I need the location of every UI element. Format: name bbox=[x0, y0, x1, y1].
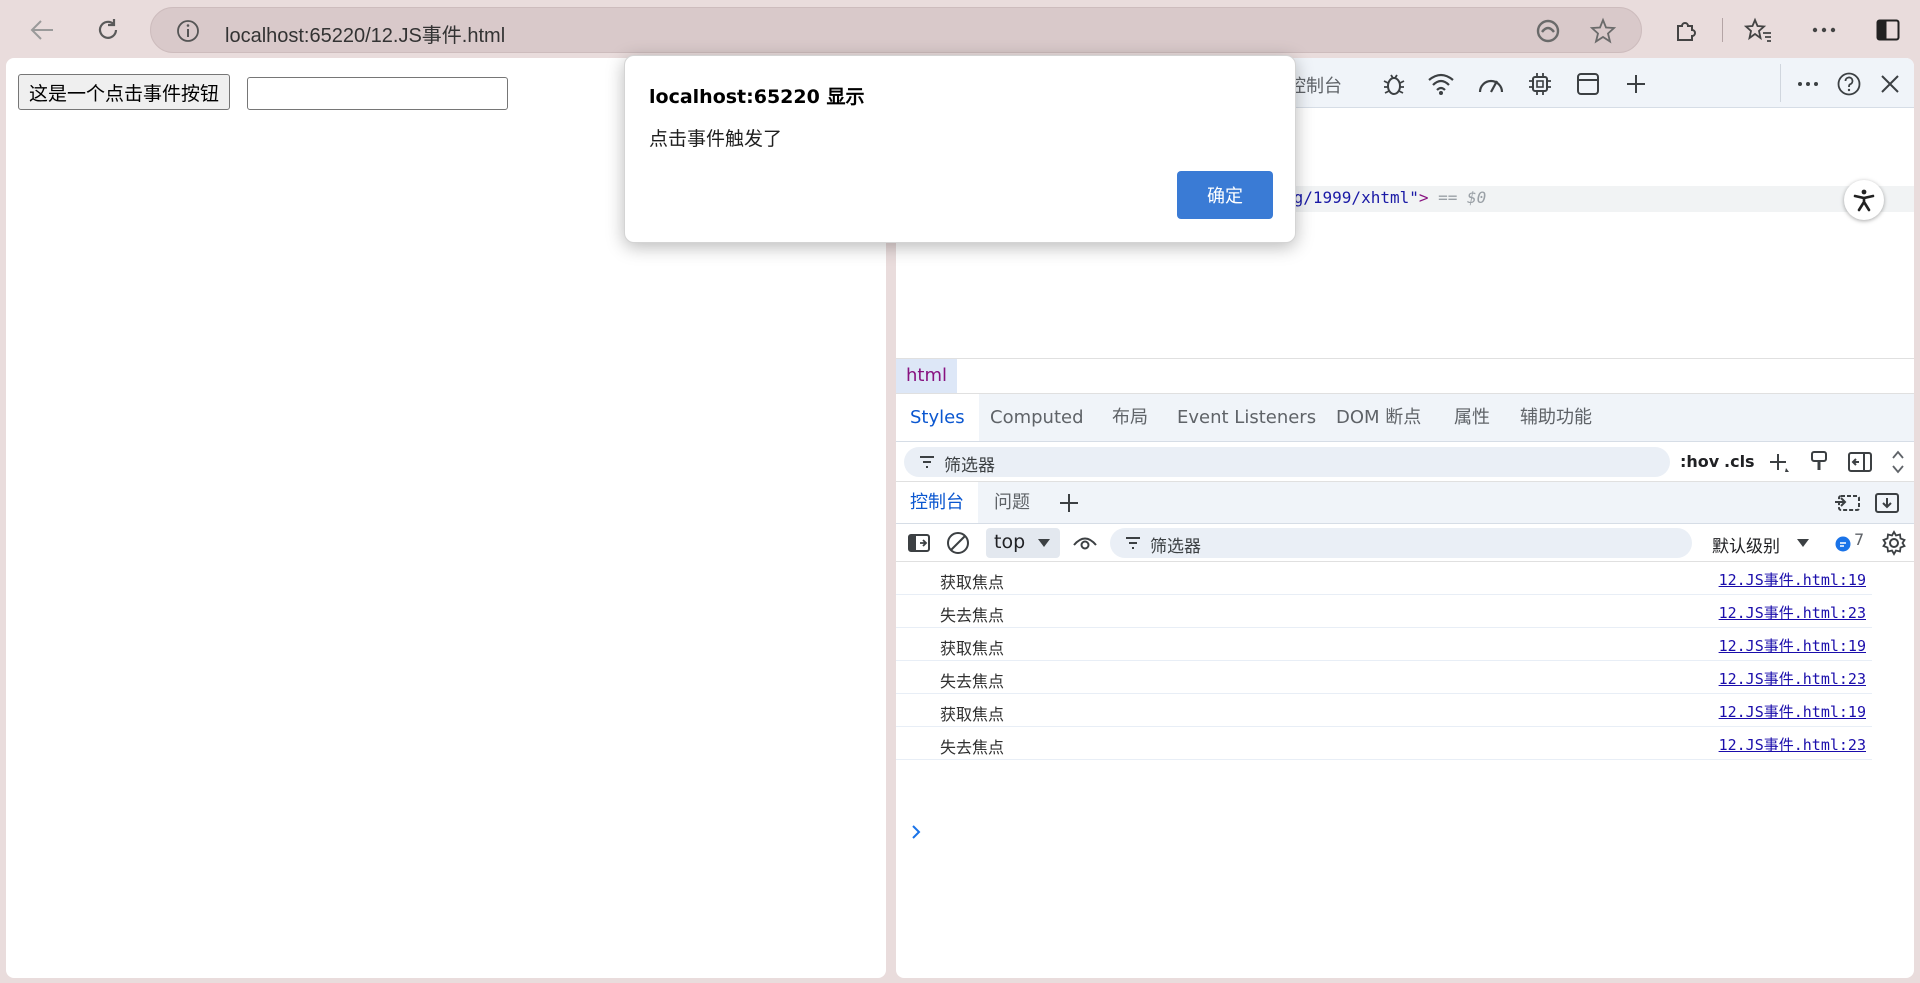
filter-icon bbox=[1124, 534, 1142, 552]
tabbar-divider bbox=[1780, 64, 1781, 102]
tab-computed[interactable]: Computed bbox=[990, 394, 1084, 441]
sidebar-toggle-icon[interactable] bbox=[1868, 12, 1908, 48]
add-tab-plus-icon[interactable] bbox=[1622, 70, 1650, 98]
new-style-rule-icon[interactable] bbox=[1766, 450, 1792, 476]
console-message-text: 获取焦点 bbox=[940, 573, 1005, 592]
performance-gauge-icon[interactable] bbox=[1476, 70, 1506, 98]
address-bar[interactable]: localhost:65220/12.JS事件.html bbox=[150, 7, 1642, 53]
styles-toolbar: 筛选器 :hov .cls bbox=[896, 442, 1914, 482]
selected-marker: == $0 bbox=[1438, 188, 1487, 207]
tab-properties[interactable]: 属性 bbox=[1454, 394, 1490, 441]
clear-console-icon[interactable] bbox=[944, 529, 972, 557]
cls-toggle[interactable]: .cls bbox=[1724, 452, 1755, 471]
console-message-text: 失去焦点 bbox=[940, 606, 1005, 625]
toggle-sidebar-icon[interactable] bbox=[1846, 449, 1874, 475]
breadcrumb-item-html[interactable]: html bbox=[896, 359, 958, 393]
paint-brush-icon[interactable] bbox=[1806, 449, 1832, 475]
application-window-icon[interactable] bbox=[1574, 70, 1602, 98]
live-expression-eye-icon[interactable] bbox=[1070, 530, 1100, 556]
tab-styles[interactable]: Styles bbox=[896, 394, 979, 441]
drawer-tab-console[interactable]: 控制台 bbox=[896, 482, 978, 523]
console-filter-placeholder: 筛选器 bbox=[1150, 537, 1201, 557]
tab-dom-breakpoints[interactable]: DOM 断点 bbox=[1336, 394, 1421, 441]
refresh-edge-icon[interactable] bbox=[1535, 18, 1561, 44]
favorite-star-icon[interactable] bbox=[1589, 17, 1617, 45]
styles-tabbar: Styles Computed 布局 Event Listeners DOM 断… bbox=[896, 394, 1914, 442]
console-prompt-chevron-icon[interactable] bbox=[910, 824, 922, 845]
accessibility-icon[interactable] bbox=[1844, 180, 1884, 220]
scroll-arrows-icon[interactable] bbox=[1888, 447, 1908, 477]
console-source-link[interactable]: 12.JS事件.html:19 bbox=[1719, 635, 1866, 656]
text-input[interactable] bbox=[247, 77, 508, 110]
alert-ok-button[interactable]: 确定 bbox=[1177, 171, 1273, 219]
alert-message: 点击事件触发了 bbox=[649, 128, 783, 150]
message-bubble-icon[interactable] bbox=[1832, 533, 1854, 555]
url-text[interactable]: localhost:65220/12.JS事件.html bbox=[225, 19, 505, 48]
add-drawer-tab-icon[interactable] bbox=[1056, 490, 1082, 516]
styles-filter-input[interactable]: 筛选器 bbox=[904, 447, 1670, 477]
favorites-icon[interactable] bbox=[1738, 12, 1778, 48]
console-message-row: 失去焦点 12.JS事件.html:23 bbox=[896, 661, 1872, 694]
element-attr-tail: rg/1999/xhtml" bbox=[1284, 188, 1419, 207]
console-message-text: 获取焦点 bbox=[940, 705, 1005, 724]
console-message-text: 失去焦点 bbox=[940, 672, 1005, 691]
chevron-down-icon bbox=[1036, 536, 1052, 550]
console-source-link[interactable]: 12.JS事件.html:19 bbox=[1719, 569, 1866, 590]
console-message-row: 获取焦点 12.JS事件.html:19 bbox=[896, 628, 1872, 661]
drawer-tabbar: 控制台 问题 bbox=[896, 482, 1914, 524]
console-source-link[interactable]: 12.JS事件.html:23 bbox=[1719, 668, 1866, 689]
breadcrumb: html bbox=[896, 358, 1914, 394]
console-message-text: 失去焦点 bbox=[940, 738, 1005, 757]
drawer-tab-issues[interactable]: 问题 bbox=[994, 482, 1030, 523]
console-filter-input[interactable]: 筛选器 bbox=[1110, 528, 1692, 558]
styles-filter-placeholder: 筛选器 bbox=[944, 456, 995, 476]
browser-toolbar: localhost:65220/12.JS事件.html bbox=[0, 0, 1920, 58]
console-source-link[interactable]: 12.JS事件.html:23 bbox=[1719, 734, 1866, 755]
more-tools-icon[interactable] bbox=[1794, 70, 1822, 98]
console-message-row: 获取焦点 12.JS事件.html:19 bbox=[896, 562, 1872, 595]
console-toolbar: top 筛选器 默认级别 7 bbox=[896, 524, 1914, 562]
console-message-row: 失去焦点 12.JS事件.html:23 bbox=[896, 727, 1872, 760]
console-settings-gear-icon[interactable] bbox=[1880, 529, 1908, 557]
element-code[interactable]: rg/1999/xhtml"> == $0 bbox=[1284, 188, 1486, 207]
console-message-text: 获取焦点 bbox=[940, 639, 1005, 658]
console-message-row: 获取焦点 12.JS事件.html:19 bbox=[896, 694, 1872, 727]
tab-accessibility[interactable]: 辅助功能 bbox=[1520, 394, 1592, 441]
element-tag-close: > bbox=[1418, 188, 1429, 207]
level-chevron-down-icon[interactable] bbox=[1796, 537, 1810, 549]
tab-event-listeners[interactable]: Event Listeners bbox=[1177, 394, 1316, 441]
context-label: top bbox=[994, 531, 1026, 553]
close-devtools-icon[interactable] bbox=[1876, 70, 1904, 98]
console-source-link[interactable]: 12.JS事件.html:19 bbox=[1719, 701, 1866, 722]
reload-icon[interactable] bbox=[88, 12, 128, 48]
back-arrow-icon[interactable] bbox=[22, 12, 62, 48]
context-selector[interactable]: top bbox=[986, 528, 1060, 558]
log-level-selector[interactable]: 默认级别 bbox=[1712, 532, 1780, 557]
message-count: 7 bbox=[1854, 530, 1865, 549]
more-options-icon[interactable] bbox=[1804, 12, 1844, 48]
dock-drawer-icon[interactable] bbox=[1832, 490, 1862, 516]
tab-layout[interactable]: 布局 bbox=[1112, 394, 1148, 441]
network-wifi-icon[interactable] bbox=[1426, 70, 1456, 98]
console-message-row: 失去焦点 12.JS事件.html:23 bbox=[896, 595, 1872, 628]
console-source-link[interactable]: 12.JS事件.html:23 bbox=[1719, 602, 1866, 623]
console-sidebar-icon[interactable] bbox=[906, 530, 932, 556]
extensions-icon[interactable] bbox=[1666, 12, 1706, 48]
minimize-drawer-icon[interactable] bbox=[1872, 490, 1902, 516]
site-info-icon[interactable] bbox=[175, 18, 201, 44]
hov-toggle[interactable]: :hov bbox=[1680, 452, 1719, 471]
help-icon[interactable] bbox=[1834, 69, 1864, 99]
tab-console[interactable]: 控制台 bbox=[1288, 72, 1342, 98]
click-event-button[interactable]: 这是一个点击事件按钮 bbox=[18, 74, 231, 110]
bug-icon[interactable] bbox=[1380, 70, 1408, 98]
filter-icon bbox=[918, 453, 936, 475]
alert-dialog: localhost:65220 显示 点击事件触发了 确定 bbox=[624, 55, 1296, 243]
toolbar-divider bbox=[1722, 18, 1723, 42]
memory-chip-icon[interactable] bbox=[1526, 70, 1554, 98]
alert-title: localhost:65220 显示 bbox=[649, 86, 865, 108]
